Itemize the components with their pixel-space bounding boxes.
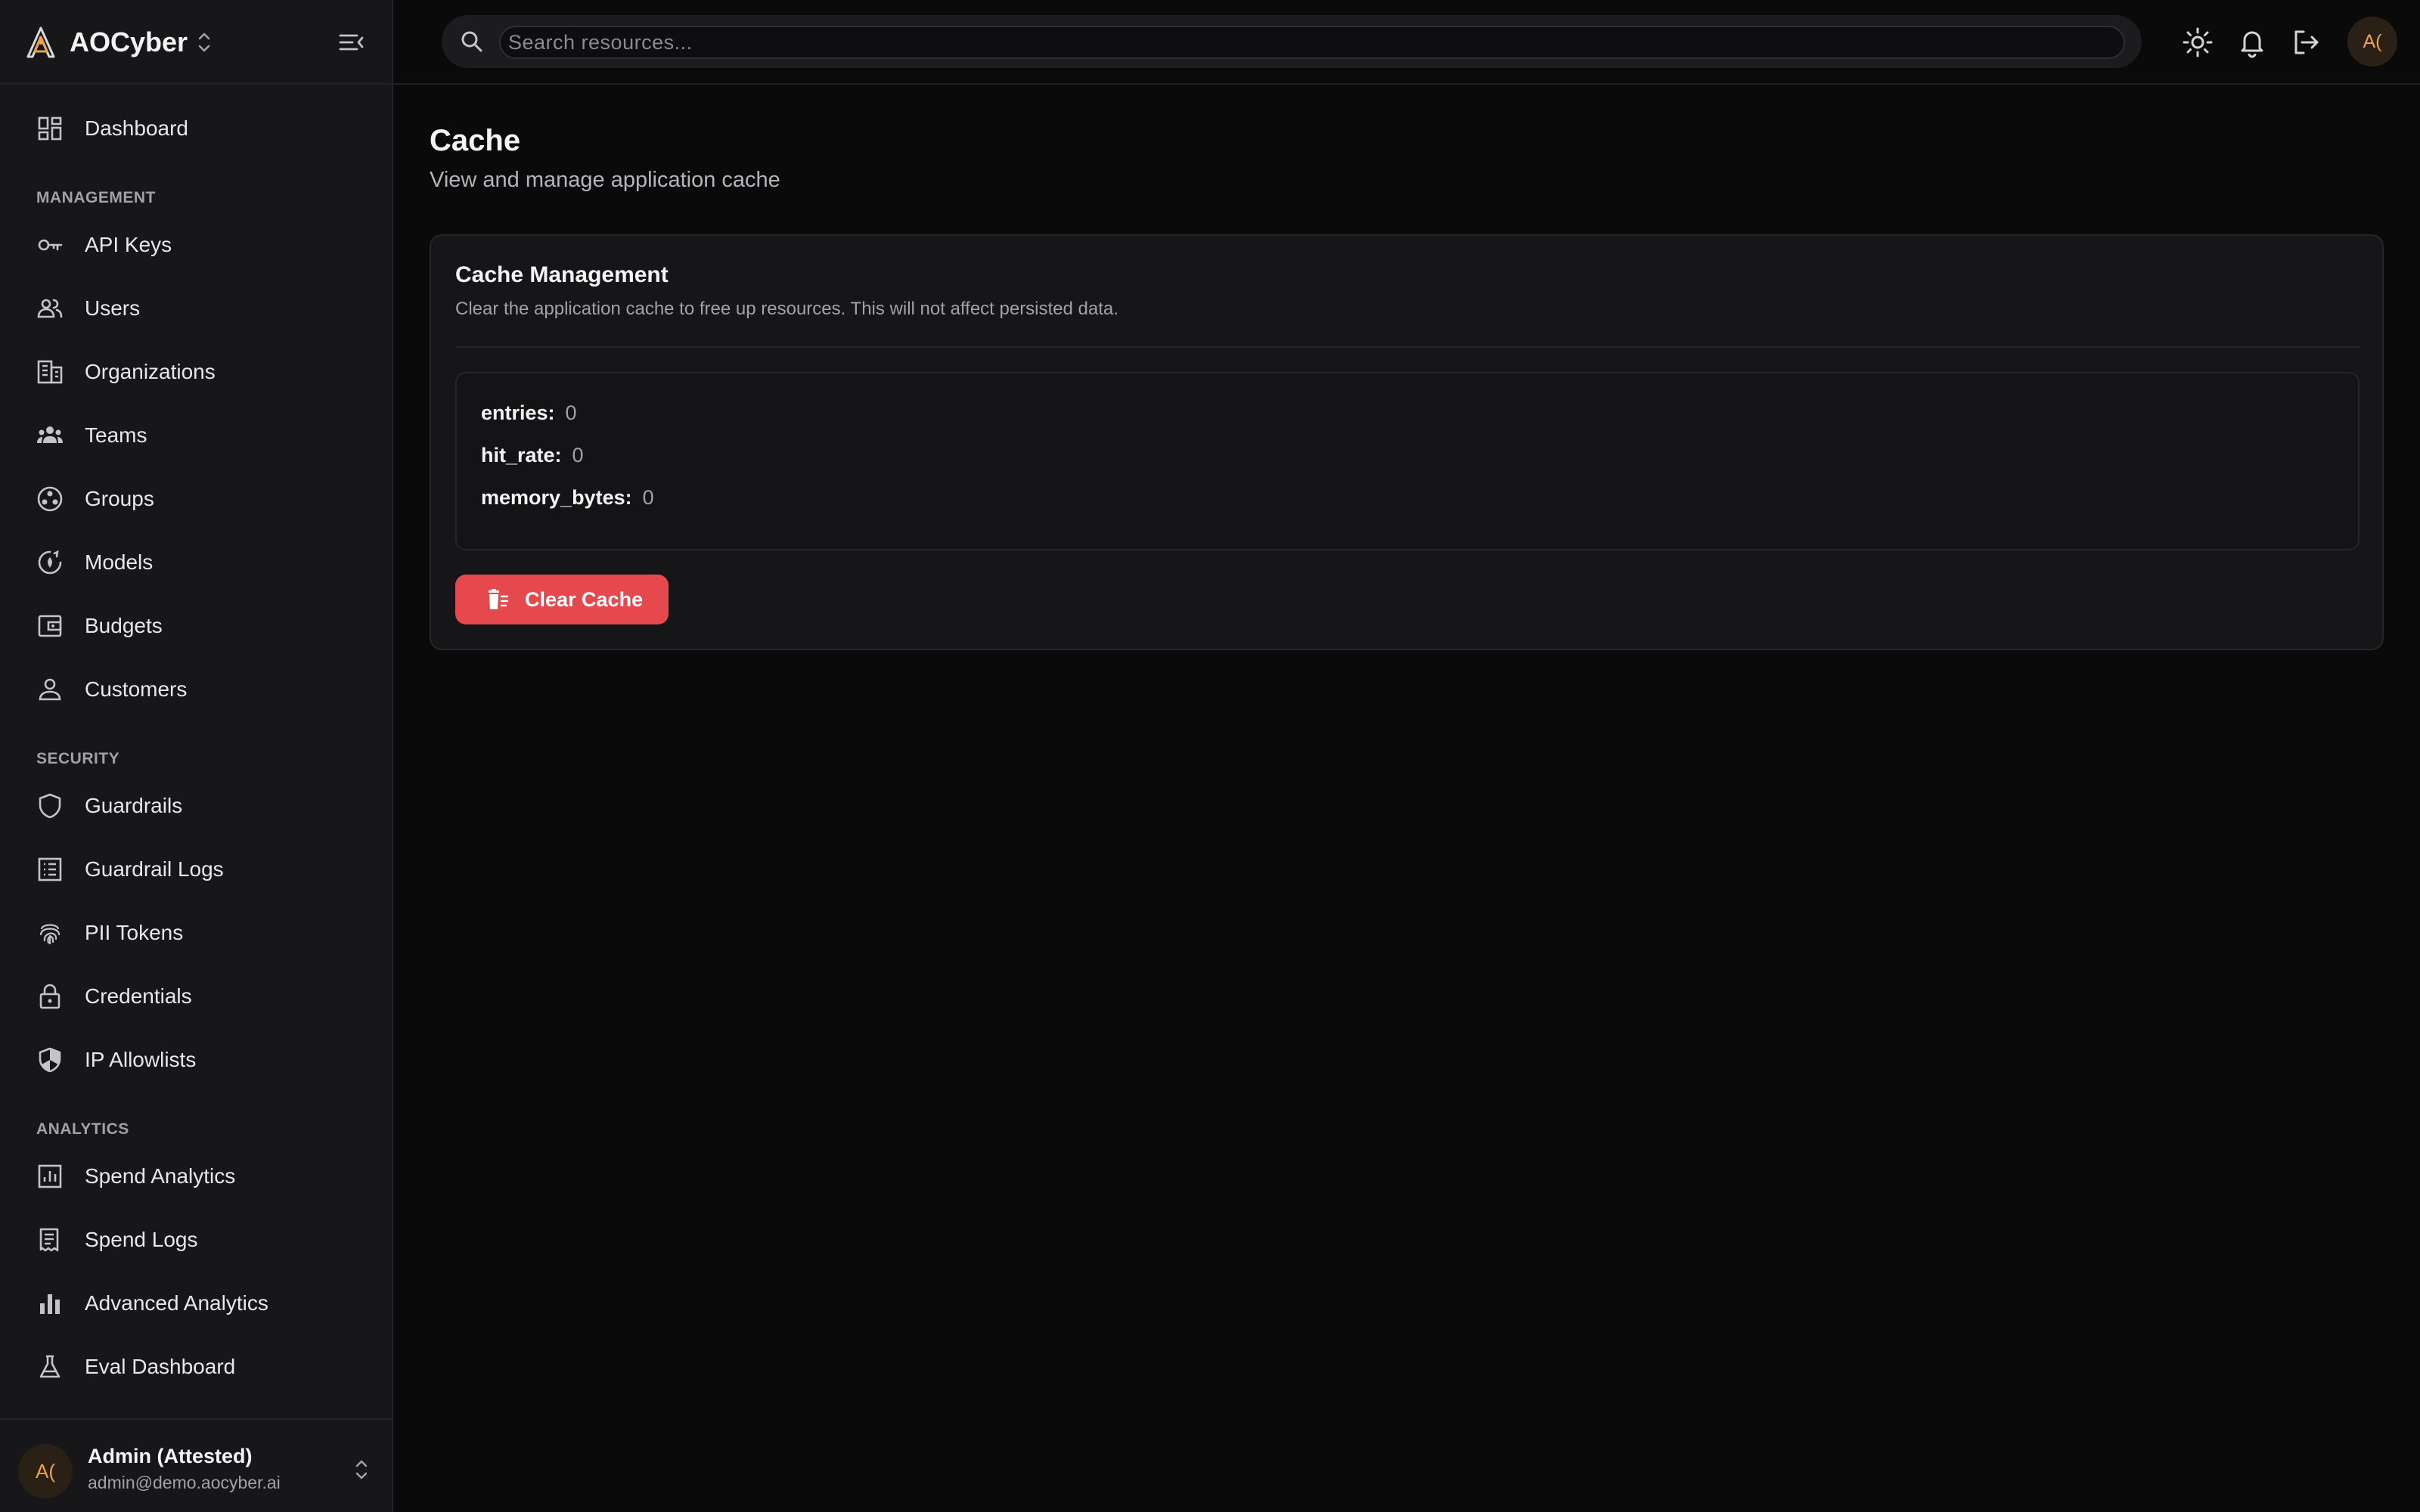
cache-stats-panel: entries: 0 hit_rate: 0 memory_bytes: 0: [455, 372, 2360, 550]
sidebar-item-dashboard[interactable]: Dashboard: [12, 100, 380, 157]
sidebar-item-label: Eval Dashboard: [85, 1355, 236, 1378]
sidebar-item-budgets[interactable]: Budgets: [12, 597, 380, 655]
person-icon: [39, 678, 61, 701]
key-icon: [38, 239, 63, 251]
section-title-security: SECURITY: [36, 750, 120, 767]
sidebar-item-organizations[interactable]: Organizations: [12, 343, 380, 401]
search-icon: [461, 31, 482, 52]
sidebar-item-teams[interactable]: Teams: [12, 407, 380, 464]
sidebar: AOCyber Dashboard MANAGEMENT API Keys Us…: [0, 0, 393, 1512]
groups-icon: [37, 486, 63, 512]
list-icon: [38, 857, 62, 881]
sidebar-collapse-icon[interactable]: [336, 27, 366, 57]
stat-row-memory-bytes: memory_bytes: 0: [481, 484, 654, 511]
app-root: AOCyber Dashboard MANAGEMENT API Keys Us…: [0, 0, 2420, 1512]
sidebar-item-label: Spend Analytics: [85, 1164, 236, 1188]
teams-icon: [37, 426, 63, 443]
topbar: A(: [393, 0, 2420, 85]
sidebar-item-label: Guardrail Logs: [85, 857, 224, 881]
user-email: admin@demo.aocyber.ai: [88, 1473, 281, 1492]
clear-cache-label: Clear Cache: [525, 588, 644, 611]
sidebar-item-users[interactable]: Users: [12, 280, 380, 337]
sidebar-item-label: Groups: [85, 487, 154, 510]
sidebar-item-guardrails[interactable]: Guardrails: [12, 777, 380, 835]
receipt-icon: [39, 1228, 59, 1252]
sidebar-item-label: PII Tokens: [85, 921, 184, 944]
logout-icon[interactable]: [2290, 26, 2323, 59]
section-title-analytics: ANALYTICS: [36, 1120, 129, 1138]
stat-key: hit_rate:: [481, 444, 562, 466]
sidebar-item-credentials[interactable]: Credentials: [12, 968, 380, 1025]
stat-value: 0: [565, 401, 577, 424]
sidebar-item-models[interactable]: Models: [12, 534, 380, 591]
shield-half-icon: [39, 1047, 61, 1073]
sidebar-item-label: IP Allowlists: [85, 1048, 197, 1071]
sidebar-item-customers[interactable]: Customers: [12, 661, 380, 718]
search-input[interactable]: [499, 26, 2125, 59]
user-avatar: A(: [18, 1444, 73, 1498]
sidebar-item-pii-tokens[interactable]: PII Tokens: [12, 904, 380, 962]
sidebar-item-groups[interactable]: Groups: [12, 470, 380, 528]
sidebar-item-advanced-analytics[interactable]: Advanced Analytics: [12, 1275, 380, 1332]
fingerprint-icon: [39, 924, 60, 945]
page-subtitle: View and manage application cache: [430, 168, 780, 192]
sidebar-item-label: Advanced Analytics: [85, 1291, 268, 1315]
clear-cache-button[interactable]: Clear Cache: [455, 575, 669, 624]
section-title-management: MANAGEMENT: [36, 189, 156, 206]
stat-row-hit-rate: hit_rate: 0: [481, 442, 584, 469]
card-description: Clear the application cache to free up r…: [455, 299, 1118, 319]
sidebar-item-label: Customers: [85, 677, 188, 701]
bar-chart-icon: [40, 1294, 60, 1314]
brand-name: AOCyber: [70, 26, 188, 57]
trash-icon: [489, 589, 509, 609]
users-icon: [37, 299, 63, 318]
stat-value: 0: [642, 486, 654, 509]
sidebar-item-label: API Keys: [85, 233, 172, 256]
sun-icon[interactable]: [2181, 26, 2214, 59]
sidebar-item-label: Users: [85, 296, 141, 320]
topbar-avatar[interactable]: A(: [2347, 17, 2397, 67]
sidebar-nav: Dashboard MANAGEMENT API Keys Users Orga…: [0, 85, 392, 1418]
cache-management-card: Cache Management Clear the application c…: [430, 234, 2384, 650]
sidebar-item-label: Organizations: [85, 360, 216, 383]
sidebar-item-ip-allowlists[interactable]: IP Allowlists: [12, 1031, 380, 1089]
search-bar[interactable]: [442, 15, 2142, 68]
shield-icon: [39, 793, 61, 819]
sidebar-item-label: Dashboard: [85, 116, 188, 140]
models-icon: [38, 550, 62, 575]
lock-icon: [39, 984, 60, 1009]
divider: [455, 346, 2360, 348]
user-name: Admin (Attested): [88, 1445, 253, 1467]
sidebar-item-label: Budgets: [85, 614, 163, 637]
sidebar-item-label: Models: [85, 550, 154, 574]
sidebar-item-api-keys[interactable]: API Keys: [12, 216, 380, 274]
main-content: Cache View and manage application cache …: [393, 85, 2420, 1512]
stat-key: entries:: [481, 401, 555, 424]
sidebar-item-label: Credentials: [85, 984, 192, 1008]
sidebar-item-label: Teams: [85, 423, 147, 447]
stat-row-entries: entries: 0: [481, 399, 577, 426]
chevron-up-down-icon[interactable]: [195, 29, 213, 56]
sidebar-item-guardrail-logs[interactable]: Guardrail Logs: [12, 841, 380, 898]
stat-value: 0: [572, 444, 584, 466]
flask-icon: [39, 1355, 60, 1378]
building-icon: [37, 360, 63, 384]
dashboard-icon: [38, 116, 62, 141]
sidebar-item-spend-logs[interactable]: Spend Logs: [12, 1211, 380, 1269]
bell-icon[interactable]: [2235, 26, 2269, 59]
aocyber-logo-icon: [26, 26, 55, 58]
chevron-up-down-icon[interactable]: [352, 1456, 371, 1483]
analytics-icon: [38, 1164, 62, 1188]
sidebar-item-label: Guardrails: [85, 794, 183, 817]
card-title: Cache Management: [455, 262, 669, 287]
sidebar-item-spend-analytics[interactable]: Spend Analytics: [12, 1148, 380, 1205]
wallet-icon: [38, 615, 62, 637]
user-menu[interactable]: A( Admin (Attested) admin@demo.aocyber.a…: [0, 1418, 392, 1512]
sidebar-item-eval-dashboard[interactable]: Eval Dashboard: [12, 1338, 380, 1396]
page-title: Cache: [430, 124, 521, 157]
sidebar-item-label: Spend Logs: [85, 1228, 198, 1251]
brand-header[interactable]: AOCyber: [0, 0, 392, 85]
stat-key: memory_bytes:: [481, 486, 632, 509]
